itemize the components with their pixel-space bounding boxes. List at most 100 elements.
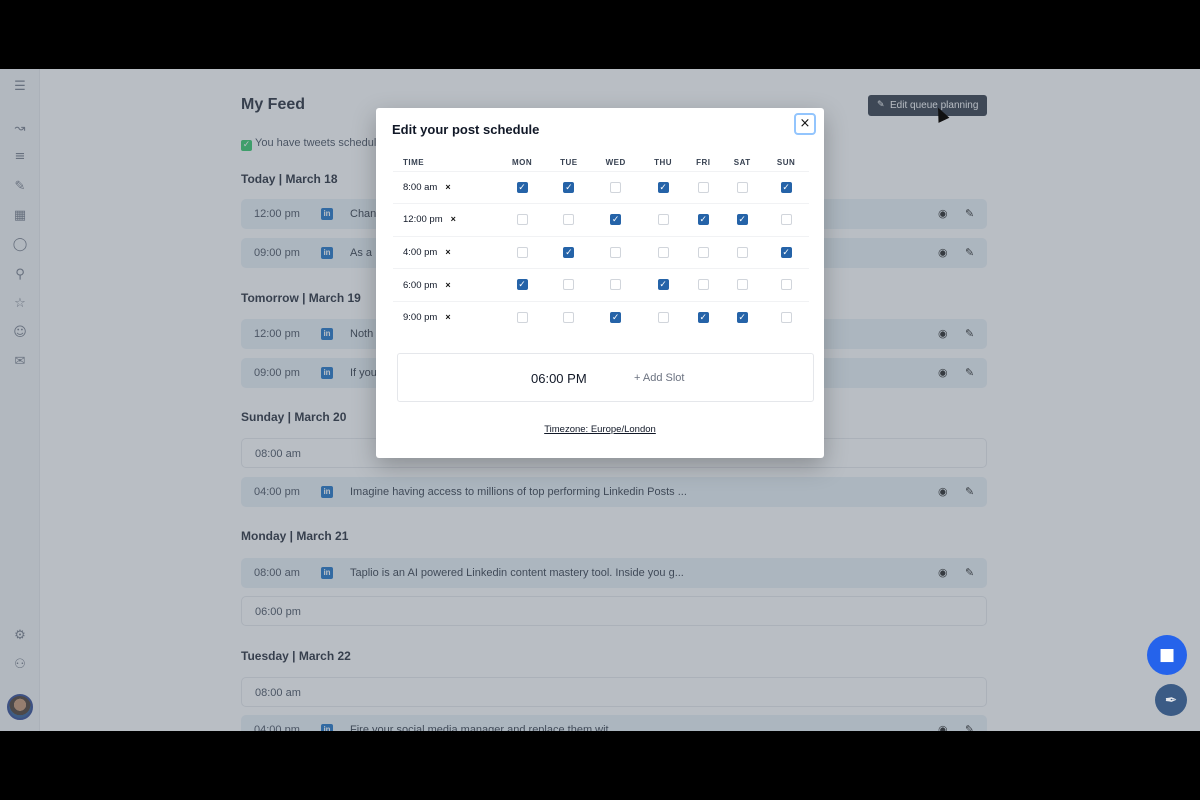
day-checkbox-mon[interactable]: ✓ [516,181,528,193]
slot-time-label: 8:00 am [403,181,438,193]
day-checkbox-tue[interactable] [563,214,575,226]
remove-slot-icon[interactable]: × [445,182,450,192]
day-checkbox-fri[interactable]: ✓ [697,312,709,324]
day-checkbox-wed[interactable] [610,246,622,258]
day-checkbox-mon[interactable] [516,312,528,324]
day-cell-tue: ✓ [547,235,591,269]
day-cell-sun: ✓ [763,235,809,269]
column-header-tue: TUE [560,157,578,167]
day-checkbox-thu[interactable] [657,246,669,258]
day-cell-fri: ✓ [685,203,722,237]
schedule-row: 8:00 am × ✓ ✓ ✓ ✓ [393,170,809,204]
day-cell-sat: ✓ [721,203,764,237]
day-checkbox-fri[interactable] [697,279,709,291]
modal-title: Edit your post schedule [392,122,540,137]
column-header-wed: WED [605,157,626,167]
day-cell-mon [497,203,548,237]
day-cell-wed [590,235,641,269]
day-checkbox-mon[interactable] [516,246,528,258]
day-cell-thu [640,203,686,237]
feather-icon[interactable]: ✒ [1155,684,1187,716]
slot-time-cell: 9:00 pm × [393,300,497,334]
day-checkbox-wed[interactable]: ✓ [610,214,622,226]
day-cell-sun [763,300,809,334]
day-checkbox-thu[interactable]: ✓ [657,181,669,193]
day-checkbox-mon[interactable]: ✓ [516,279,528,291]
column-header-time: TIME [403,157,425,167]
day-checkbox-fri[interactable]: ✓ [697,214,709,226]
day-checkbox-sat[interactable] [736,181,748,193]
remove-slot-icon[interactable]: × [445,247,450,257]
day-checkbox-thu[interactable] [657,214,669,226]
column-header-thu: THU [654,157,673,167]
day-cell-thu: ✓ [640,268,686,302]
day-checkbox-wed[interactable] [610,181,622,193]
slot-time-label: 4:00 pm [403,246,438,258]
day-checkbox-sun[interactable] [780,214,792,226]
add-slot-panel: 06:00 PM + Add Slot [397,353,814,402]
day-cell-sat [721,235,764,269]
day-checkbox-sat[interactable]: ✓ [736,214,748,226]
day-checkbox-thu[interactable]: ✓ [657,279,669,291]
column-header-fri: FRI [696,157,711,167]
day-cell-mon: ✓ [497,268,548,302]
day-cell-thu [640,300,686,334]
schedule-row: 4:00 pm × ✓ ✓ [393,235,809,269]
day-cell-wed: ✓ [590,203,641,237]
day-cell-mon [497,300,548,334]
slot-time-label: 9:00 pm [403,312,438,324]
chat-bubble-icon[interactable]: ■ [1147,635,1187,675]
day-checkbox-tue[interactable] [563,279,575,291]
day-checkbox-sat[interactable] [736,246,748,258]
column-header-mon: MON [511,157,533,167]
day-cell-wed [590,268,641,302]
day-cell-tue: ✓ [547,170,591,204]
day-checkbox-sun[interactable] [780,279,792,291]
day-cell-fri [685,170,722,204]
schedule-row: 12:00 pm × ✓ ✓ ✓ [393,203,809,237]
remove-slot-icon[interactable]: × [445,312,450,322]
schedule-modal: Edit your post schedule × TIME MON TUE W… [376,108,824,458]
slot-time-label: 12:00 pm [403,214,443,226]
day-cell-mon [497,235,548,269]
schedule-row: 9:00 pm × ✓ ✓ ✓ [393,300,809,334]
day-checkbox-sat[interactable]: ✓ [736,312,748,324]
day-checkbox-tue[interactable]: ✓ [563,246,575,258]
new-slot-time-picker[interactable]: 06:00 PM [531,354,587,403]
day-checkbox-sun[interactable]: ✓ [780,246,792,258]
schedule-row: 6:00 pm × ✓ ✓ [393,268,809,302]
day-checkbox-tue[interactable] [563,312,575,324]
slot-time-cell: 4:00 pm × [393,235,497,269]
day-checkbox-fri[interactable] [697,181,709,193]
day-cell-fri: ✓ [685,300,722,334]
day-cell-sun [763,268,809,302]
day-cell-tue [547,203,591,237]
day-checkbox-wed[interactable]: ✓ [610,312,622,324]
day-checkbox-sat[interactable] [736,279,748,291]
day-cell-wed: ✓ [590,300,641,334]
day-checkbox-wed[interactable] [610,279,622,291]
day-checkbox-sun[interactable]: ✓ [780,181,792,193]
day-cell-wed [590,170,641,204]
day-checkbox-sun[interactable] [780,312,792,324]
day-cell-thu [640,235,686,269]
slot-time-cell: 6:00 pm × [393,268,497,302]
day-checkbox-thu[interactable] [657,312,669,324]
add-slot-button[interactable]: + Add Slot [634,354,684,403]
day-cell-tue [547,300,591,334]
day-cell-thu: ✓ [640,170,686,204]
day-cell-sat: ✓ [721,300,764,334]
close-button[interactable]: × [794,113,816,135]
day-cell-sun: ✓ [763,170,809,204]
day-cell-sat [721,170,764,204]
remove-slot-icon[interactable]: × [445,280,450,290]
timezone-link[interactable]: Timezone: Europe/London [376,424,824,435]
day-checkbox-fri[interactable] [697,246,709,258]
slot-time-cell: 12:00 pm × [393,203,497,237]
day-checkbox-tue[interactable]: ✓ [563,181,575,193]
remove-slot-icon[interactable]: × [451,214,456,224]
slot-time-cell: 8:00 am × [393,170,497,204]
day-checkbox-mon[interactable] [516,214,528,226]
day-cell-tue [547,268,591,302]
day-cell-sun [763,203,809,237]
